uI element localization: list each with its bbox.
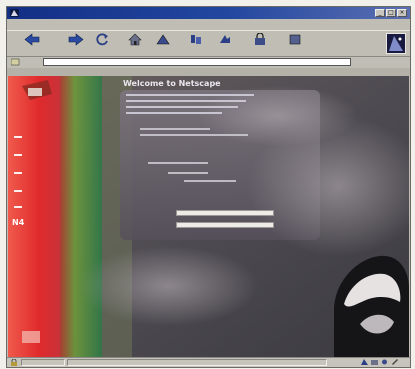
title-bar: _ □ ×: [7, 7, 410, 19]
stop-icon: [289, 34, 301, 45]
status-message: [67, 359, 327, 366]
print-button[interactable]: [212, 33, 238, 55]
search-button[interactable]: [150, 33, 176, 55]
sidebar-badge: N4: [12, 218, 25, 227]
home-button[interactable]: [122, 33, 148, 55]
reload-button[interactable]: [89, 33, 115, 55]
menu-bar: [7, 19, 410, 30]
navigator-icon[interactable]: [361, 359, 368, 365]
status-bar: [7, 357, 410, 367]
location-input[interactable]: [43, 58, 351, 66]
home-icon: [128, 33, 142, 46]
search-icon: [156, 34, 170, 45]
location-bar: [7, 57, 410, 68]
bookmarks-bar: [7, 68, 410, 76]
page-input-field[interactable]: [176, 222, 274, 228]
guide-icon: [191, 35, 201, 44]
composer-icon[interactable]: [391, 359, 398, 365]
sidebar-link[interactable]: [14, 154, 22, 156]
print-icon: [220, 35, 230, 43]
mail-icon[interactable]: [371, 359, 378, 365]
sidebar-link[interactable]: [14, 190, 22, 192]
navigation-toolbar: [7, 30, 410, 57]
guide-button[interactable]: [183, 33, 209, 55]
back-button[interactable]: [19, 33, 45, 55]
security-button[interactable]: [247, 33, 273, 55]
discussion-icon[interactable]: [381, 359, 388, 365]
close-button[interactable]: ×: [397, 9, 407, 17]
minimize-button[interactable]: _: [375, 9, 385, 17]
bookmark-quickfile-icon[interactable]: [11, 58, 20, 66]
reload-icon: [96, 33, 108, 46]
lead-text-line: [126, 94, 254, 96]
forward-button[interactable]: [63, 33, 89, 55]
form-label-line: [148, 162, 208, 164]
netscape-logo-icon: [389, 36, 403, 51]
sidebar-link[interactable]: [14, 136, 22, 138]
forward-icon: [68, 33, 84, 46]
netscape-throbber[interactable]: [386, 33, 406, 54]
page-heading: Welcome to Netscape: [123, 79, 221, 88]
sidebar-link[interactable]: [14, 172, 22, 174]
section-heading-line: [140, 128, 210, 130]
page-background: [8, 76, 409, 357]
page-input-field[interactable]: [176, 210, 274, 216]
sidebar-link[interactable]: [14, 206, 22, 208]
stop-button[interactable]: [282, 33, 308, 55]
security-lock-icon: [11, 359, 17, 366]
security-icon: [255, 33, 265, 45]
maximize-button[interactable]: □: [386, 9, 396, 17]
lead-text-line: [126, 112, 222, 114]
browser-window: _ □ × N4 Welcome to Netscape: [6, 6, 411, 368]
component-bar: [361, 359, 398, 365]
form-label-line: [184, 180, 236, 182]
status-progress: [21, 359, 65, 366]
lead-text-line: [126, 100, 246, 102]
form-label-line: [168, 172, 208, 174]
page-content: N4 Welcome to Netscape: [8, 76, 409, 357]
section-text-line: [140, 134, 248, 136]
lead-text-line: [126, 106, 238, 108]
netscape-app-icon: [10, 9, 19, 17]
back-icon: [24, 33, 40, 46]
